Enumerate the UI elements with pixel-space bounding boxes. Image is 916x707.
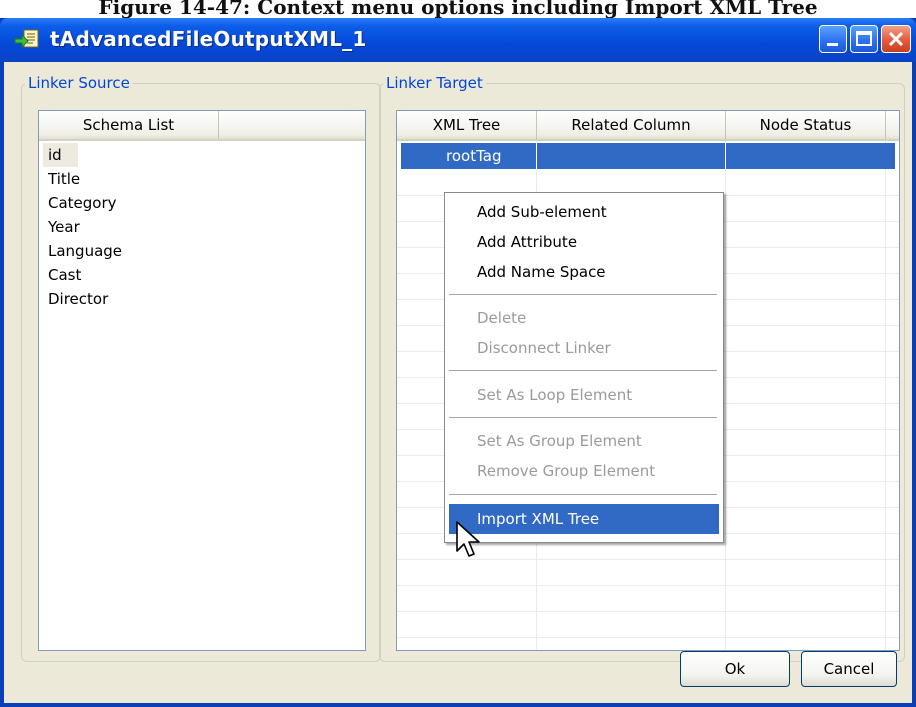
node-status-header[interactable]: Node Status — [726, 111, 886, 139]
node-status-cell — [731, 143, 881, 169]
context-menu: Add Sub-element Add Attribute Add Name S… — [444, 192, 724, 543]
menu-item-disconnect-linker[interactable]: Disconnect Linker — [449, 333, 719, 363]
schema-list-header: Schema List — [39, 111, 365, 141]
mouse-cursor-icon — [456, 521, 480, 557]
xml-tree-header: XML Tree Related Column Node Status — [397, 111, 899, 141]
menu-separator — [449, 294, 717, 295]
schema-item-category[interactable]: Category — [48, 191, 117, 215]
schema-list-panel[interactable]: Schema List id Title Category Year Langu… — [38, 110, 366, 651]
maximize-icon — [856, 31, 872, 46]
schema-item-cast[interactable]: Cast — [48, 263, 81, 287]
menu-item-add-sub-element[interactable]: Add Sub-element — [449, 197, 719, 227]
menu-separator — [449, 417, 717, 418]
grid-line — [397, 611, 899, 612]
xml-tree-column-header[interactable]: XML Tree — [397, 111, 537, 139]
grid-line — [885, 141, 886, 650]
schema-item-id[interactable]: id — [48, 143, 62, 167]
schema-item-title[interactable]: Title — [48, 167, 80, 191]
close-icon — [888, 31, 904, 47]
linker-target-legend: Linker Target — [386, 74, 483, 92]
menu-separator — [449, 494, 717, 495]
grid-line — [397, 585, 899, 586]
menu-item-delete[interactable]: Delete — [449, 303, 719, 333]
menu-separator — [449, 370, 717, 371]
figure-caption: Figure 14-47: Context menu options inclu… — [0, 0, 916, 18]
linker-source-legend: Linker Source — [28, 74, 130, 92]
menu-item-add-name-space[interactable]: Add Name Space — [449, 257, 719, 287]
minimize-button[interactable] — [819, 25, 847, 53]
xml-tree-node-roottag[interactable]: rootTag — [446, 143, 501, 169]
schema-item-language[interactable]: Language — [48, 239, 122, 263]
title-bar[interactable]: tAdvancedFileOutputXML_1 — [0, 18, 916, 62]
table-row[interactable]: rootTag — [401, 143, 895, 169]
maximize-button[interactable] — [850, 25, 878, 53]
minimize-icon — [827, 43, 838, 46]
menu-item-set-as-group-element[interactable]: Set As Group Element — [449, 426, 719, 456]
menu-item-set-as-loop-element[interactable]: Set As Loop Element — [449, 380, 719, 410]
menu-item-import-xml-tree[interactable]: Import XML Tree — [449, 504, 719, 534]
schema-item-year[interactable]: Year — [48, 215, 80, 239]
row-cell-divider — [536, 143, 537, 169]
cancel-button[interactable]: Cancel — [801, 651, 897, 687]
schema-list-column-header[interactable]: Schema List — [39, 111, 219, 139]
close-button[interactable] — [881, 25, 911, 53]
menu-item-remove-group-element[interactable]: Remove Group Element — [449, 456, 719, 486]
related-column-header[interactable]: Related Column — [537, 111, 726, 139]
ok-button[interactable]: Ok — [680, 651, 790, 687]
grid-line — [725, 141, 726, 650]
related-column-cell[interactable] — [541, 143, 721, 169]
menu-item-add-attribute[interactable]: Add Attribute — [449, 227, 719, 257]
schema-item-director[interactable]: Director — [48, 287, 108, 311]
window-title: tAdvancedFileOutputXML_1 — [50, 27, 367, 51]
row-cell-divider — [725, 143, 726, 169]
app-icon — [14, 29, 39, 49]
grid-line — [397, 637, 899, 638]
